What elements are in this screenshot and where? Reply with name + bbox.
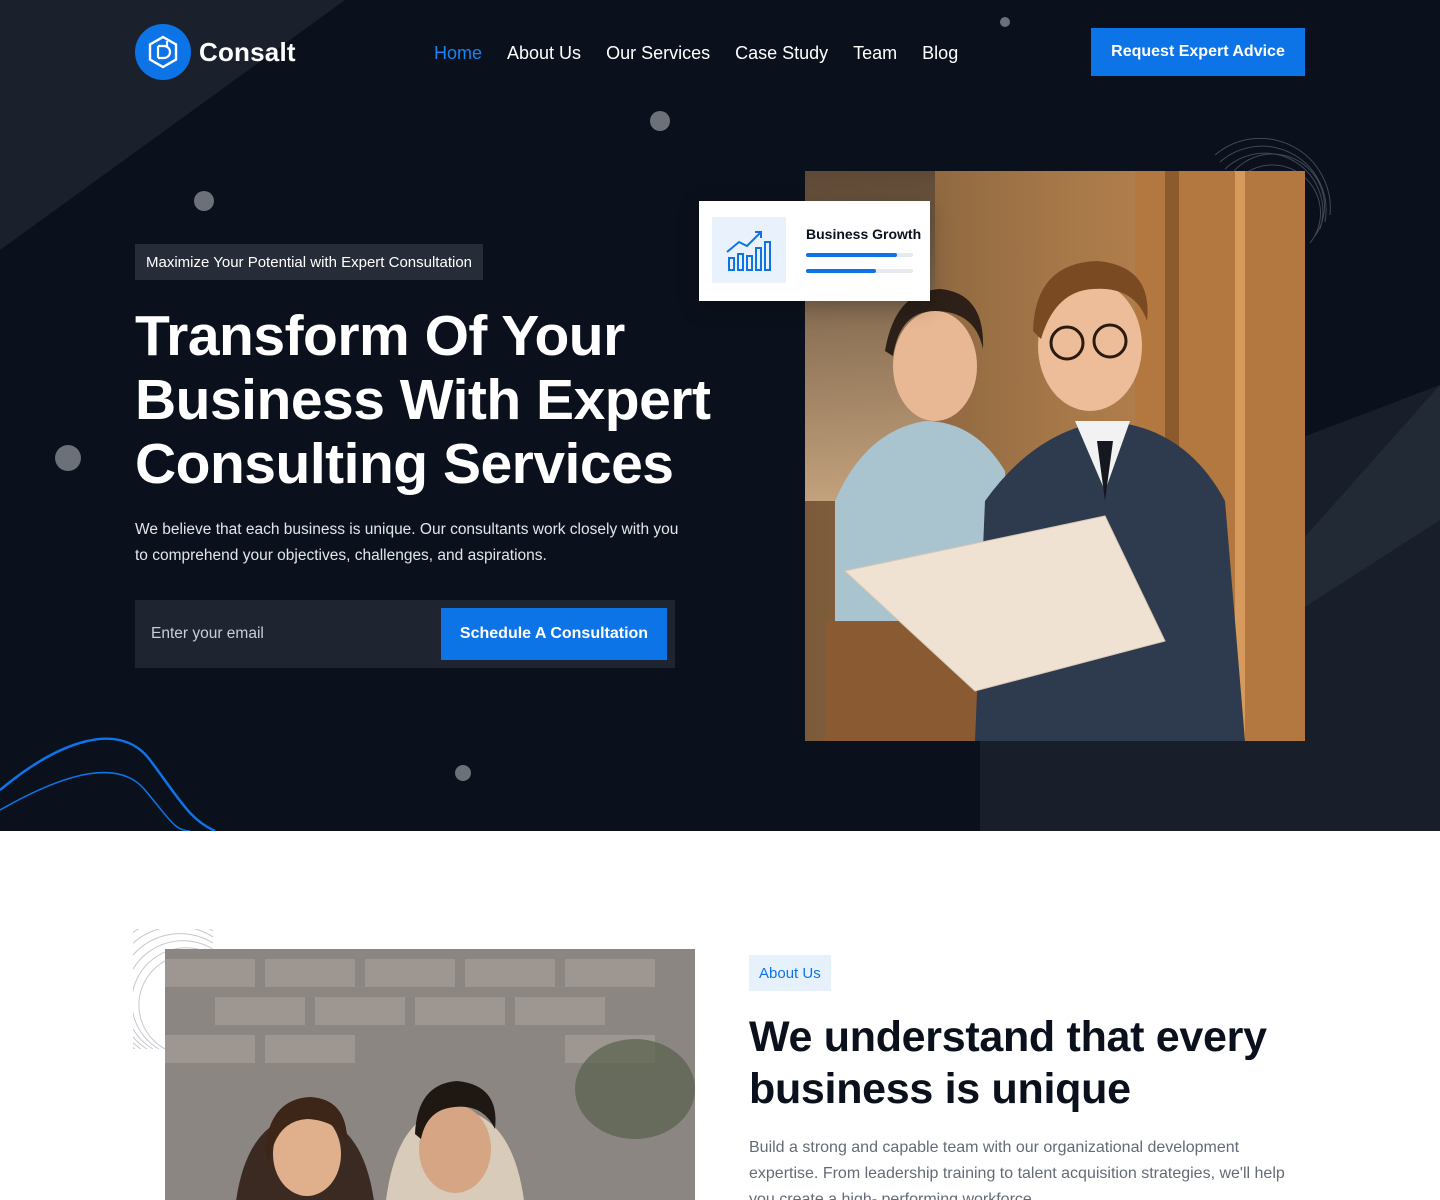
nav-home[interactable]: Home [434,40,482,66]
nav-team[interactable]: Team [853,40,897,66]
business-growth-card: Business Growth [699,201,930,301]
email-input[interactable] [135,600,435,668]
main-nav: Home About Us Our Services Case Study Te… [434,40,958,66]
logo-text: Consalt [199,36,296,67]
growth-progress-fill-1 [806,253,897,257]
hero-title: Transform Of Your Business With Expert C… [135,304,711,496]
nav-about-us[interactable]: About Us [507,40,581,66]
logo[interactable]: Consalt [135,24,296,80]
about-photo [165,949,695,1200]
hero-section: Consalt Home About Us Our Services Case … [0,0,1440,831]
about-title: We understand that every business is uni… [749,1013,1267,1113]
hero-tagline: Maximize Your Potential with Expert Cons… [135,244,484,280]
nav-our-services[interactable]: Our Services [606,40,710,66]
consultation-form: Schedule A Consultation [135,600,675,668]
hero-description: We believe that each business is unique.… [135,521,679,564]
growth-progress-track-1 [806,253,913,257]
nav-case-study[interactable]: Case Study [735,40,828,66]
about-description: Build a strong and capable team with our… [749,1139,1285,1200]
logo-icon [135,24,191,80]
growth-progress-track-2 [806,269,913,273]
growth-progress-fill-2 [806,269,876,273]
nav-blog[interactable]: Blog [922,40,958,66]
schedule-consultation-button[interactable]: Schedule A Consultation [441,608,667,660]
bar-chart-growth-icon [712,217,786,283]
about-badge: About Us [749,955,831,991]
request-expert-advice-button[interactable]: Request Expert Advice [1091,28,1305,76]
about-section: About Us We understand that every busine… [0,831,1440,1200]
business-growth-label: Business Growth [806,226,922,242]
